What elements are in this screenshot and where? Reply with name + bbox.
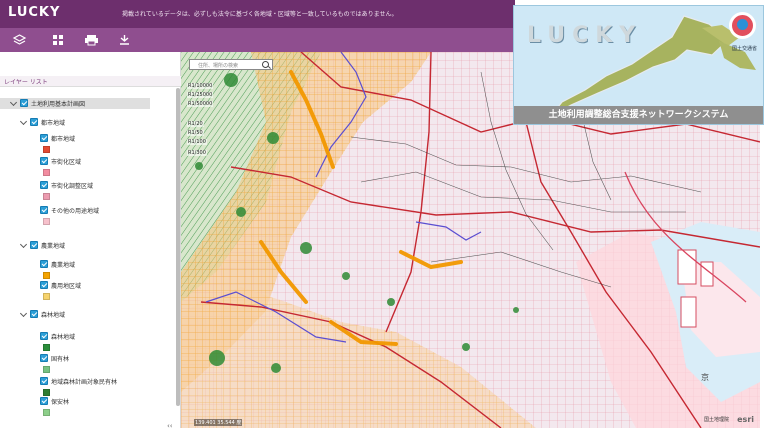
scale-label[interactable]: R1/20 bbox=[187, 121, 204, 127]
map-place-label: 京 bbox=[701, 373, 709, 382]
layer-row[interactable]: 都市地域 bbox=[0, 133, 170, 153]
layer-row[interactable]: 市街化調整区域 bbox=[0, 180, 170, 200]
map-search-placeholder: 住所、場所の検索 bbox=[198, 63, 239, 69]
scale-label[interactable]: R1/25000 bbox=[187, 92, 214, 98]
layer-row[interactable]: 森林地域 bbox=[0, 309, 170, 320]
layer-row[interactable]: 地域森林計画対象民有林 bbox=[0, 376, 170, 396]
layer-label: 土地利用基本計画図 bbox=[31, 101, 86, 108]
layer-row[interactable]: 農業地域 bbox=[0, 259, 170, 279]
chevron-down-icon[interactable] bbox=[19, 309, 28, 318]
layer-list-tab[interactable]: レイヤー リスト bbox=[0, 76, 181, 87]
legend-swatch bbox=[43, 344, 50, 351]
legend-swatch bbox=[43, 169, 50, 176]
layer-row[interactable]: 市街化区域 bbox=[0, 156, 170, 176]
esri-logo: esri bbox=[737, 415, 754, 424]
legend-swatch bbox=[43, 293, 50, 300]
layer-checkbox[interactable] bbox=[40, 260, 48, 268]
layer-checkbox[interactable] bbox=[40, 181, 48, 189]
layer-label: 農業地域 bbox=[51, 262, 76, 269]
layer-checkbox[interactable] bbox=[40, 332, 48, 340]
layer-label: 保安林 bbox=[51, 399, 70, 406]
scale-label[interactable]: R1/50000 bbox=[187, 101, 214, 107]
download-icon[interactable] bbox=[117, 34, 132, 46]
app-header: LUCKY 掲載されているデータは、必ずしも法令に基づく各地域・区域等と一致して… bbox=[0, 0, 515, 28]
layer-checkbox[interactable] bbox=[40, 206, 48, 214]
ministry-logo bbox=[729, 12, 756, 39]
inset-title: LUCKY bbox=[527, 23, 643, 48]
lucky-system-inset: LUCKY 国土交通省 土地利用調整総合支援ネットワークシステム bbox=[513, 5, 764, 125]
layer-list-label: レイヤー リスト bbox=[4, 79, 48, 86]
layer-checkbox[interactable] bbox=[30, 310, 38, 318]
legend-swatch bbox=[43, 389, 50, 396]
layer-row[interactable]: その他の用途地域 bbox=[0, 205, 170, 225]
layer-row[interactable]: 保安林 bbox=[0, 396, 170, 416]
data-notice: 掲載されているデータは、必ずしも法令に基づく各地域・区域等と一致しているものでは… bbox=[122, 11, 398, 18]
layer-row[interactable]: 農業地域 bbox=[0, 240, 170, 251]
scale-label[interactable]: R1/100 bbox=[187, 139, 207, 145]
legend-swatch bbox=[43, 272, 50, 279]
app-title: LUCKY bbox=[8, 5, 61, 20]
scale-label[interactable]: R1/10000 bbox=[187, 83, 214, 89]
layer-label: 国有林 bbox=[51, 356, 70, 363]
legend-swatch bbox=[43, 193, 50, 200]
print-icon[interactable] bbox=[84, 34, 99, 46]
layer-row[interactable]: 国有林 bbox=[0, 353, 170, 373]
legend-swatch bbox=[43, 366, 50, 373]
ministry-name: 国土交通省 bbox=[731, 46, 757, 52]
legend-swatch bbox=[43, 409, 50, 416]
map-credit: 国土地理院 bbox=[703, 417, 729, 423]
layer-label: 都市地域 bbox=[41, 120, 66, 127]
collapse-panel-button[interactable]: ‹‹ bbox=[167, 422, 173, 430]
legend-swatch bbox=[43, 218, 50, 225]
layer-label: 地域森林計画対象民有林 bbox=[51, 379, 118, 386]
layer-label: 都市地域 bbox=[51, 136, 76, 143]
scale-label[interactable]: R1/50 bbox=[187, 130, 204, 136]
layer-checkbox[interactable] bbox=[30, 241, 38, 249]
layer-checkbox[interactable] bbox=[20, 99, 28, 107]
chevron-down-icon[interactable] bbox=[19, 117, 28, 126]
chevron-down-icon[interactable] bbox=[9, 98, 18, 107]
layer-label: 農用地区域 bbox=[51, 283, 82, 290]
layer-checkbox[interactable] bbox=[40, 281, 48, 289]
map-coordinates: 139.401 35.544 度 bbox=[194, 419, 243, 426]
layer-row[interactable]: 土地利用基本計画図 bbox=[0, 98, 150, 109]
layer-label: 市街化区域 bbox=[51, 159, 82, 166]
inset-caption: 土地利用調整総合支援ネットワークシステム bbox=[514, 106, 763, 124]
map-search-box[interactable]: 住所、場所の検索 bbox=[189, 59, 273, 70]
search-icon[interactable] bbox=[262, 61, 269, 68]
legend-swatch bbox=[43, 146, 50, 153]
layer-checkbox[interactable] bbox=[40, 157, 48, 165]
layer-row[interactable]: 森林地域 bbox=[0, 331, 170, 351]
grid-icon[interactable] bbox=[51, 34, 66, 46]
layer-label: 市街化調整区域 bbox=[51, 183, 94, 190]
layers-icon[interactable] bbox=[12, 34, 27, 46]
layer-checkbox[interactable] bbox=[40, 354, 48, 362]
layer-label: 森林地域 bbox=[41, 312, 66, 319]
layer-label: その他の用途地域 bbox=[51, 208, 100, 215]
scale-label[interactable]: R1/300 bbox=[187, 150, 207, 156]
layer-checkbox[interactable] bbox=[40, 397, 48, 405]
layer-checkbox[interactable] bbox=[30, 118, 38, 126]
chevron-down-icon[interactable] bbox=[19, 240, 28, 249]
layer-label: 森林地域 bbox=[51, 334, 76, 341]
layer-panel-scrollbar[interactable] bbox=[176, 88, 180, 406]
layer-checkbox[interactable] bbox=[40, 377, 48, 385]
layer-checkbox[interactable] bbox=[40, 134, 48, 142]
layer-label: 農業地域 bbox=[41, 243, 66, 250]
layer-row[interactable]: 都市地域 bbox=[0, 117, 170, 128]
layer-row[interactable]: 農用地区域 bbox=[0, 280, 170, 300]
